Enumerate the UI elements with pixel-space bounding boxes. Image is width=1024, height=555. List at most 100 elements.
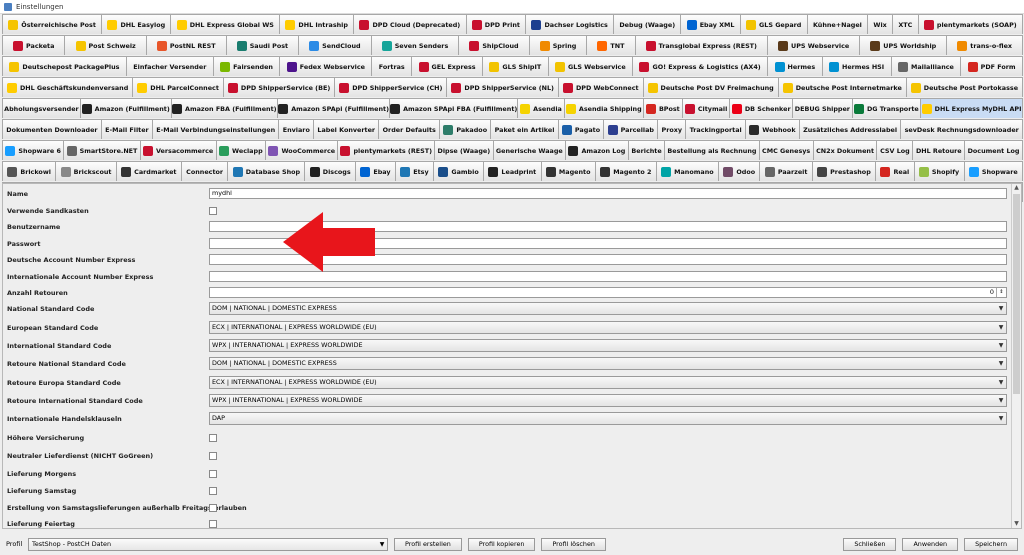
tab-tnt[interactable]: TNT xyxy=(586,35,636,55)
tab-pagato[interactable]: Pagato xyxy=(557,119,605,139)
delete-profile-button[interactable]: Profil löschen xyxy=(541,537,606,551)
tab-paarzeit[interactable]: Paarzeit xyxy=(759,161,813,181)
select-combo[interactable]: WPX | INTERNATIONAL | EXPRESS WORLDWIDE ▼ xyxy=(209,339,1007,352)
tab-dpd-print[interactable]: DPD Print xyxy=(465,14,527,34)
spinner-arrows-icon[interactable]: ⇕ xyxy=(996,288,1006,297)
select-combo[interactable]: ECX | INTERNATIONAL | EXPRESS WORLDWIDE … xyxy=(209,321,1007,334)
tab-trans-o-flex[interactable]: trans-o-flex xyxy=(946,35,1024,55)
tab-zus-tzliches-addresslabel[interactable]: Zusätzliches Addresslabel xyxy=(798,119,902,139)
tab-order-defaults[interactable]: Order Defaults xyxy=(378,119,441,139)
tab-deutschepost-packageplus[interactable]: Deutschepost PackagePlus xyxy=(2,56,127,76)
tab-manomano[interactable]: Manomano xyxy=(655,161,719,181)
tab-dhl-intraship[interactable]: DHL Intraship xyxy=(279,14,355,34)
tab-weclapp[interactable]: Weclapp xyxy=(215,140,267,160)
tab-shipcloud[interactable]: ShipCloud xyxy=(458,35,530,55)
tab-dpd-shipperservice-ch[interactable]: DPD ShipperService (CH) xyxy=(334,77,448,97)
tab-berichte[interactable]: Berichte xyxy=(627,140,666,160)
tab-dpd-webconnect[interactable]: DPD WebConnect xyxy=(557,77,644,97)
tab-discogs[interactable]: Discogs xyxy=(304,161,356,181)
number-spinner[interactable]: 0 ⇕ xyxy=(209,287,1007,298)
tab-debug-waage[interactable]: Debug (Waage) xyxy=(613,14,682,34)
tab-dpd-shipperservice-nl[interactable]: DPD ShipperService (NL) xyxy=(446,77,559,97)
tab-k-hne-nagel[interactable]: Kühne+Nagel xyxy=(806,14,869,34)
tab-csv-log[interactable]: CSV Log xyxy=(876,140,914,160)
scroll-up-icon[interactable]: ▲ xyxy=(1013,184,1020,192)
tab-wix[interactable]: Wix xyxy=(867,14,894,34)
tab-real[interactable]: Real xyxy=(875,161,915,181)
tab-cmc-genesys[interactable]: CMC Genesys xyxy=(758,140,814,160)
tab-plentymarkets-soap[interactable]: plentymarkets (SOAP) xyxy=(917,14,1023,34)
checkbox[interactable] xyxy=(209,519,217,528)
tab-go-express-logistics-ax4[interactable]: GO! Express & Logistics (AX4) xyxy=(632,56,769,76)
checkbox[interactable] xyxy=(209,206,217,215)
tab-generische-waage[interactable]: Generische Waage xyxy=(492,140,567,160)
tab-deutsche-post-internetmarke[interactable]: Deutsche Post Internetmarke xyxy=(777,77,907,97)
tab-e-mail-filter[interactable]: E-Mail Filter xyxy=(100,119,153,139)
tab-dachser-logistics[interactable]: Dachser Logistics xyxy=(525,14,615,34)
tab-deutsche-post-dv-freimachung[interactable]: Deutsche Post DV Freimachung xyxy=(642,77,779,97)
tab-einfacher-versender[interactable]: Einfacher Versender xyxy=(125,56,214,76)
tab-amazon-spapi-fulfillment[interactable]: Amazon SPApi (Fulfillment) xyxy=(276,98,391,118)
tab-cardmarket[interactable]: Cardmarket xyxy=(115,161,182,181)
close-button[interactable]: Schließen xyxy=(843,537,897,551)
tab-magento[interactable]: Magento xyxy=(540,161,596,181)
vertical-scrollbar[interactable]: ▲ ▼ xyxy=(1011,184,1021,528)
tab-gls-shipit[interactable]: GLS ShipIT xyxy=(482,56,549,76)
tab-pdf-form[interactable]: PDF Form xyxy=(960,56,1023,76)
tab-gls-gepard[interactable]: GLS Gepard xyxy=(739,14,808,34)
tab-dg-transporte[interactable]: DG Transporte xyxy=(851,98,922,118)
text-field[interactable]: mydhl xyxy=(209,188,1007,199)
tab-dokumenten-downloader[interactable]: Dokumenten Downloader xyxy=(2,119,102,139)
tab-dhl-parcelconnect[interactable]: DHL ParcelConnect xyxy=(132,77,224,97)
tab-dipse-waage[interactable]: Dipse (Waage) xyxy=(434,140,494,160)
tab-spring[interactable]: Spring xyxy=(528,35,588,55)
tab-etsy[interactable]: Etsy xyxy=(394,161,434,181)
tab-ebay[interactable]: Ebay xyxy=(355,161,396,181)
tab-parcellab[interactable]: Parcellab xyxy=(603,119,659,139)
scroll-down-icon[interactable]: ▼ xyxy=(1013,520,1020,528)
apply-button[interactable]: Anwenden xyxy=(902,537,959,551)
tab-ups-webservice[interactable]: UPS Webservice xyxy=(766,35,861,55)
tab-proxy[interactable]: Proxy xyxy=(657,119,687,139)
select-combo[interactable]: ECX | INTERNATIONAL | EXPRESS WORLDWIDE … xyxy=(209,376,1007,389)
tab-enviaro[interactable]: Enviaro xyxy=(278,119,315,139)
select-combo[interactable]: DOM | NATIONAL | DOMESTIC EXPRESS ▼ xyxy=(209,357,1007,370)
tab-magento-2[interactable]: Magento 2 xyxy=(594,161,657,181)
copy-profile-button[interactable]: Profil kopieren xyxy=(467,537,536,551)
checkbox[interactable] xyxy=(209,503,217,512)
tab-trackingportal[interactable]: Trackingportal xyxy=(685,119,746,139)
tab-fortras[interactable]: Fortras xyxy=(371,56,413,76)
select-combo[interactable]: DAP ▼ xyxy=(209,412,1007,425)
tab-webhook[interactable]: Webhook xyxy=(745,119,800,139)
tab-connector[interactable]: Connector xyxy=(180,161,229,181)
tab-asendia-shipping[interactable]: Asendia Shipping xyxy=(563,98,644,118)
tab-gambio[interactable]: Gambio xyxy=(433,161,485,181)
tab-e-mail-verbindungseinstellungen[interactable]: E-Mail Verbindungseinstellungen xyxy=(151,119,280,139)
tab-shopify[interactable]: Shopify xyxy=(913,161,965,181)
tab-versacommerce[interactable]: Versacommerce xyxy=(139,140,217,160)
text-field[interactable] xyxy=(209,271,1007,282)
tab-dpd-shipperservice-be[interactable]: DPD ShipperService (BE) xyxy=(222,77,336,97)
create-profile-button[interactable]: Profil erstellen xyxy=(394,537,462,551)
tab-paket-ein-artikel[interactable]: Paket ein Artikel xyxy=(490,119,559,139)
tab-dhl-retoure[interactable]: DHL Retoure xyxy=(912,140,966,160)
tab-fedex-webservice[interactable]: Fedex Webservice xyxy=(279,56,373,76)
tab-postnl-rest[interactable]: PostNL REST xyxy=(145,35,227,55)
select-combo[interactable]: WPX | INTERNATIONAL | EXPRESS WORLDWIDE ▼ xyxy=(209,394,1007,407)
tab-db-schenker[interactable]: DB Schenker xyxy=(729,98,794,118)
tab-amazon-log[interactable]: Amazon Log xyxy=(565,140,629,160)
tab-label-konverter[interactable]: Label Konverter xyxy=(313,119,380,139)
tab-packeta[interactable]: Packeta xyxy=(2,35,66,55)
tab-bpost[interactable]: BPost xyxy=(642,98,683,118)
tab-mailalliance[interactable]: Mailalliance xyxy=(890,56,962,76)
tab-shopware[interactable]: Shopware xyxy=(963,161,1024,181)
tab-dhl-express-global-ws[interactable]: DHL Express Global WS xyxy=(170,14,281,34)
tab-amazon-fulfillment[interactable]: Amazon (Fulfillment) xyxy=(79,98,172,118)
tab-debug-shipper[interactable]: DEBUG Shipper xyxy=(792,98,853,118)
tab-shopware-6[interactable]: Shopware 6 xyxy=(2,140,65,160)
tab-ups-worldship[interactable]: UPS Worldship xyxy=(859,35,948,55)
tab-amazon-spapi-fba-fulfillment[interactable]: Amazon SPApi FBA (Fulfillment) xyxy=(389,98,519,118)
tab-dhl-express-mydhl-api[interactable]: DHL Express MyDHL API xyxy=(920,98,1024,118)
tab-deutsche-post-portokasse[interactable]: Deutsche Post Portokasse xyxy=(905,77,1024,97)
tab-database-shop[interactable]: Database Shop xyxy=(227,161,306,181)
